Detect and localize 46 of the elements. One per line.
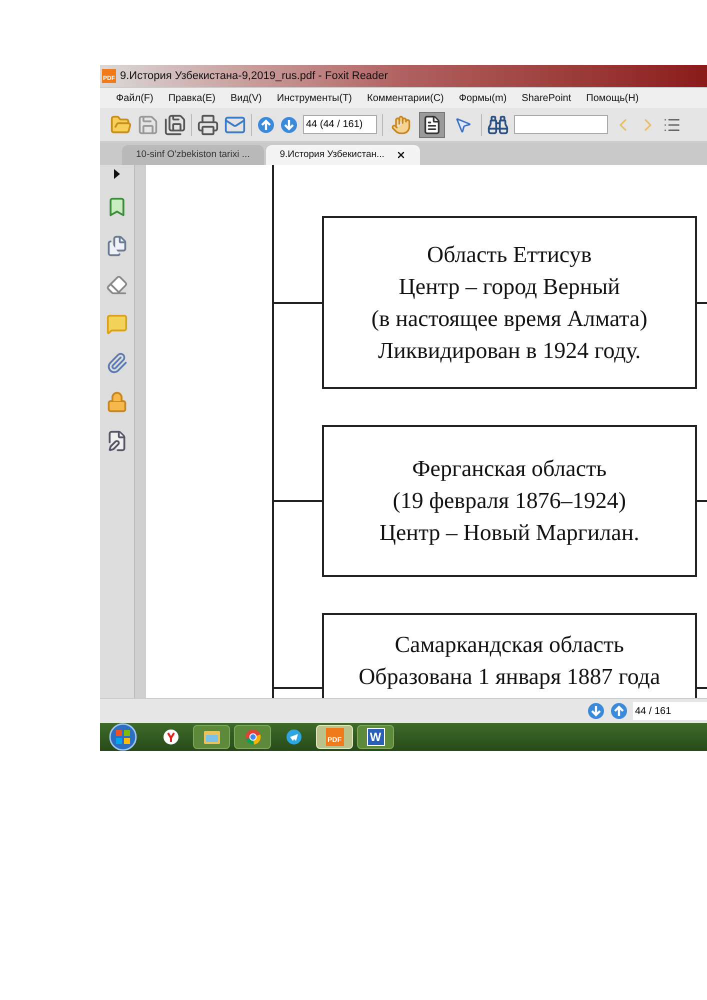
window-title: 9.История Узбекистана-9,2019_rus.pdf - Foxit Reader xyxy=(120,68,388,84)
document-tab[interactable]: 9.История Узбекистан... xyxy=(266,145,420,165)
box-text: Центр – Новый Маргилан. xyxy=(379,519,640,547)
pages-icon[interactable] xyxy=(106,235,128,257)
menu-item[interactable]: Формы(m) xyxy=(458,90,507,106)
chrome-icon xyxy=(244,729,260,745)
page-number-field[interactable]: 44 / 161 xyxy=(633,702,707,720)
page-number-field[interactable]: 44 (44 / 161) xyxy=(303,115,377,134)
box-text: (19 февраля 1876–1924) xyxy=(392,487,626,515)
browser-icon xyxy=(162,729,178,745)
menu-item[interactable]: Файл(F) xyxy=(116,90,154,106)
close-tab-icon[interactable] xyxy=(396,150,406,160)
document-tab[interactable]: 10-sinf O'zbekiston tarixi ... xyxy=(122,145,264,165)
attachment-icon[interactable] xyxy=(106,352,128,374)
menu-item[interactable]: Помощь(H) xyxy=(586,90,639,106)
menu-item[interactable]: Инструменты(T) xyxy=(276,90,352,106)
text-select-button[interactable] xyxy=(419,112,445,138)
print-button[interactable] xyxy=(197,114,219,136)
save-button[interactable] xyxy=(137,114,159,136)
first-page-button[interactable] xyxy=(587,702,605,720)
folder-icon xyxy=(202,729,220,745)
box-text: Ликвидирован в 1924 году. xyxy=(378,336,641,365)
taskbar-button[interactable]: W xyxy=(357,725,394,749)
box-text: Область Еттисув xyxy=(427,240,592,269)
menu-item[interactable]: Правка(E) xyxy=(168,90,216,106)
expand-panel-icon[interactable] xyxy=(113,169,121,179)
search-field[interactable] xyxy=(514,115,608,134)
telegram-icon xyxy=(286,729,302,745)
box-text: Центр – город Верный xyxy=(398,272,620,301)
open-folder-button[interactable] xyxy=(110,114,132,136)
box-text: Самаркандская область xyxy=(394,631,624,659)
menu-item[interactable]: Вид(V) xyxy=(230,90,262,106)
menu-item[interactable]: SharePoint xyxy=(522,90,572,106)
signature-icon[interactable] xyxy=(106,430,128,452)
pointer-icon xyxy=(454,116,472,134)
find-button[interactable] xyxy=(487,114,509,136)
menu-item[interactable]: Комментарии(C) xyxy=(367,90,444,106)
box-text: Образована 1 января 1887 года xyxy=(358,663,660,691)
save-all-button[interactable] xyxy=(164,114,186,136)
previous-page-button[interactable] xyxy=(610,702,628,720)
box-text: Ферганская область xyxy=(412,455,607,483)
box-text: (в настоящее время Алмата) xyxy=(371,304,648,333)
word-app-icon: W xyxy=(366,728,384,746)
next-page-button[interactable] xyxy=(280,116,298,134)
lock-icon[interactable] xyxy=(106,391,128,413)
previous-page-button[interactable] xyxy=(257,116,275,134)
